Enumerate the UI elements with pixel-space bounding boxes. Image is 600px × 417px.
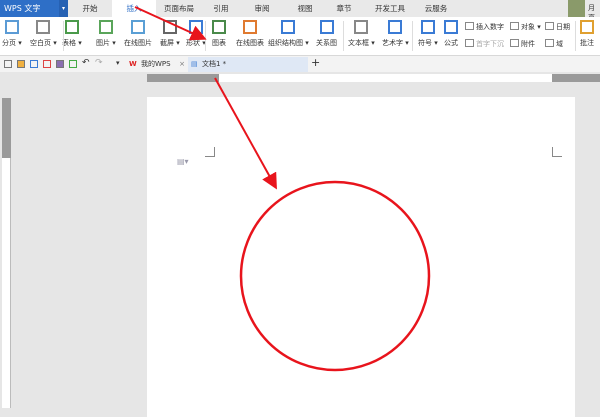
arrow-annotation [134, 6, 207, 41]
annotation-layer [134, 6, 431, 372]
arrow-annotation [214, 77, 277, 190]
circle-shape[interactable] [239, 180, 431, 372]
